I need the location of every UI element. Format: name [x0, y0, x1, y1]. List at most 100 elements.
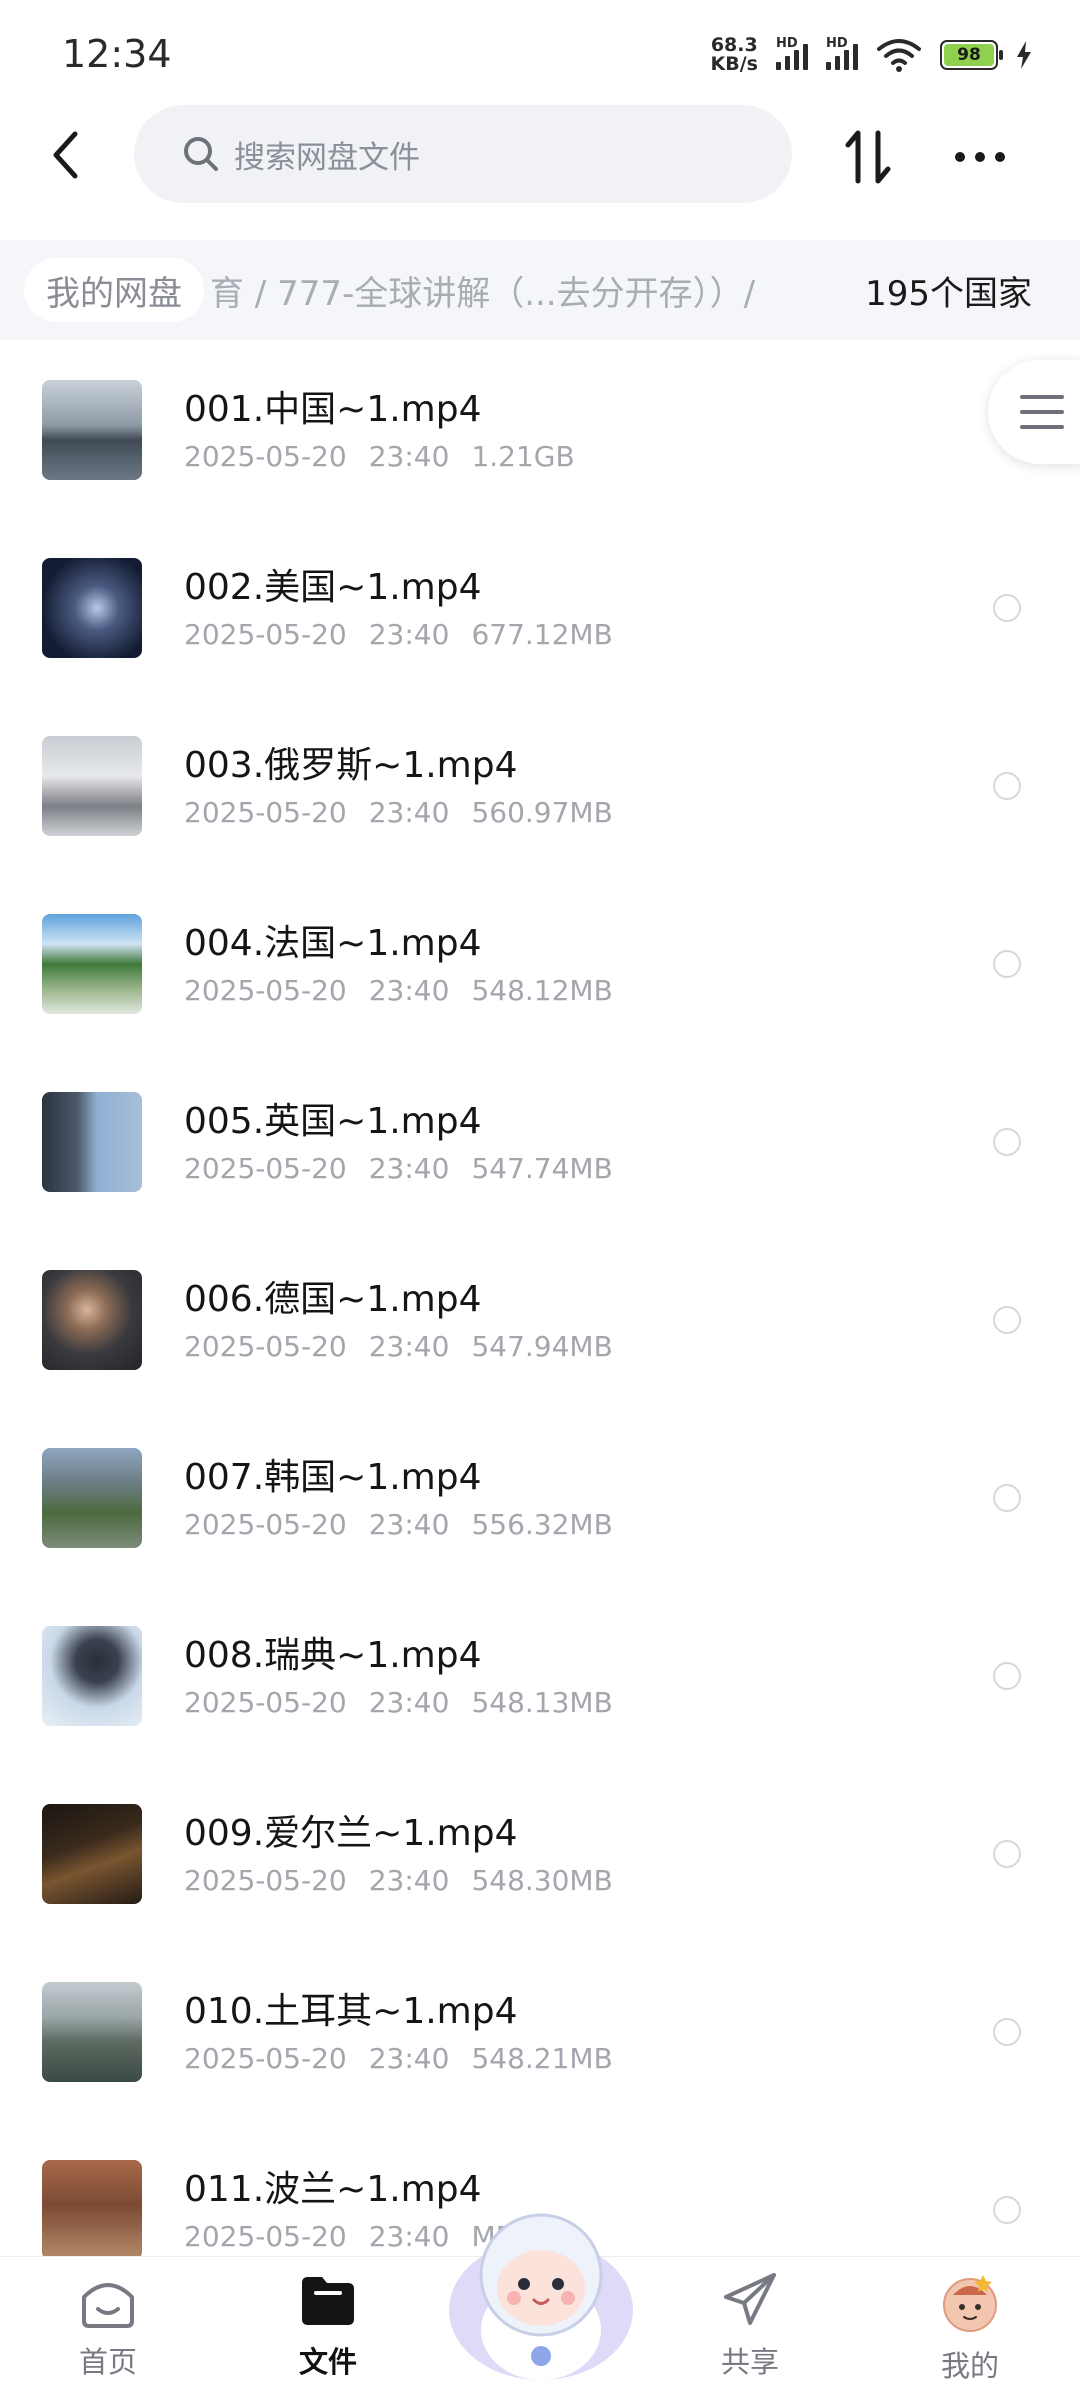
file-size: 548.30MB [471, 1864, 613, 1897]
breadcrumb-path[interactable]: 育 / 777-全球讲解（...去分开存））/ [210, 258, 755, 322]
nav-home[interactable]: 首页 [28, 2271, 188, 2391]
file-row[interactable]: 005.英国~1.mp4 2025-05-20 23:40 547.74MB [0, 1062, 1080, 1240]
signal-icon: HD [776, 36, 808, 70]
file-row[interactable]: 010.土耳其~1.mp4 2025-05-20 23:40 548.21MB [0, 1952, 1080, 2130]
breadcrumb-root[interactable]: 我的网盘 [24, 258, 204, 322]
sort-button[interactable] [838, 127, 898, 187]
signal-hd-label-2: HD [826, 36, 848, 51]
file-time: 23:40 [368, 974, 450, 1007]
nav-files[interactable]: 文件 [248, 2271, 408, 2391]
charging-icon [1017, 41, 1031, 69]
select-radio[interactable] [993, 1484, 1021, 1512]
ai-assistant-mascot-button[interactable] [446, 2180, 636, 2400]
status-time: 12:34 [62, 32, 172, 76]
battery-icon: 98 [940, 40, 1003, 70]
file-size: 548.21MB [471, 2042, 613, 2075]
select-radio[interactable] [993, 1662, 1021, 1690]
file-time: 23:40 [368, 1152, 450, 1185]
search-placeholder: 搜索网盘文件 [234, 139, 420, 176]
nav-share[interactable]: 共享 [670, 2271, 830, 2391]
file-date: 2025-05-20 [184, 618, 347, 651]
file-row[interactable]: 003.俄罗斯~1.mp4 2025-05-20 23:40 560.97MB [0, 706, 1080, 884]
search-input[interactable]: 搜索网盘文件 [134, 105, 792, 203]
status-bar: 12:34 68.3 KB/s HD HD 98 [0, 0, 1080, 110]
file-time: 23:40 [368, 1330, 450, 1363]
file-date: 2025-05-20 [184, 1508, 347, 1541]
file-time: 23:40 [368, 1508, 450, 1541]
file-name: 002.美国~1.mp4 [184, 567, 482, 608]
file-time: 23:40 [368, 1686, 450, 1719]
nav-mine-label: 我的 [940, 2349, 999, 2383]
file-meta: 2025-05-20 23:40 548.30MB [184, 1864, 635, 1897]
file-time: 23:40 [368, 2042, 450, 2075]
file-row[interactable]: 009.爱尔兰~1.mp4 2025-05-20 23:40 548.30MB [0, 1774, 1080, 1952]
status-icons: 68.3 KB/s HD HD 98 [711, 30, 1032, 80]
file-meta: 2025-05-20 23:40 548.13MB [184, 1686, 635, 1719]
signal-hd-label: HD [776, 36, 798, 51]
nav-mine[interactable]: 我的 [890, 2271, 1050, 2391]
file-row[interactable]: 007.韩国~1.mp4 2025-05-20 23:40 556.32MB [0, 1418, 1080, 1596]
select-radio[interactable] [993, 2018, 1021, 2046]
video-thumbnail [42, 558, 142, 658]
file-time: 23:40 [368, 440, 450, 473]
file-date: 2025-05-20 [184, 2042, 347, 2075]
select-radio[interactable] [993, 2196, 1021, 2224]
nav-share-label: 共享 [720, 2345, 779, 2379]
file-date: 2025-05-20 [184, 440, 347, 473]
file-size: 547.94MB [471, 1330, 613, 1363]
video-thumbnail [42, 1448, 142, 1548]
file-name: 009.爱尔兰~1.mp4 [184, 1813, 518, 1854]
file-row[interactable]: 006.德国~1.mp4 2025-05-20 23:40 547.94MB [0, 1240, 1080, 1418]
file-row[interactable]: 004.法国~1.mp4 2025-05-20 23:40 548.12MB [0, 884, 1080, 1062]
file-name: 011.波兰~1.mp4 [184, 2169, 482, 2210]
video-thumbnail [42, 2160, 142, 2260]
video-thumbnail [42, 736, 142, 836]
chevron-left-icon [53, 131, 78, 179]
file-meta: 2025-05-20 23:40 677.12MB [184, 618, 635, 651]
wifi-icon [877, 39, 921, 72]
file-name: 001.中国~1.mp4 [184, 389, 482, 430]
more-button[interactable] [950, 127, 1010, 187]
file-date: 2025-05-20 [184, 2220, 347, 2253]
select-radio[interactable] [993, 950, 1021, 978]
file-meta: 2025-05-20 23:40 1.21GB [184, 440, 597, 473]
file-meta: 2025-05-20 23:40 548.12MB [184, 974, 635, 1007]
video-thumbnail [42, 380, 142, 480]
video-thumbnail [42, 1982, 142, 2082]
file-time: 23:40 [368, 2220, 450, 2253]
network-speed-unit: KB/s [710, 53, 758, 75]
back-button[interactable] [36, 125, 96, 185]
video-thumbnail [42, 914, 142, 1014]
file-name: 007.韩国~1.mp4 [184, 1457, 482, 1498]
file-size: 548.13MB [471, 1686, 613, 1719]
battery-level: 98 [944, 44, 994, 66]
file-meta: 2025-05-20 23:40 547.74MB [184, 1152, 635, 1185]
file-meta: 2025-05-20 23:40 548.21MB [184, 2042, 635, 2075]
file-time: 23:40 [368, 796, 450, 829]
file-time: 23:40 [368, 1864, 450, 1897]
select-radio[interactable] [993, 594, 1021, 622]
sort-icon [845, 130, 891, 184]
file-size: 677.12MB [471, 618, 613, 651]
more-dots-icon [955, 152, 1005, 162]
file-date: 2025-05-20 [184, 974, 347, 1007]
select-radio[interactable] [993, 1306, 1021, 1334]
breadcrumb: 育 / 777-全球讲解（...去分开存））/ 我的网盘 195个国家 [0, 240, 1080, 340]
file-date: 2025-05-20 [184, 796, 347, 829]
file-row[interactable]: 008.瑞典~1.mp4 2025-05-20 23:40 548.13MB [0, 1596, 1080, 1774]
folder-icon [302, 2277, 354, 2325]
avatar-icon [943, 2275, 997, 2332]
home-icon [82, 2283, 134, 2328]
video-thumbnail [42, 1804, 142, 1904]
file-row[interactable]: 001.中国~1.mp4 2025-05-20 23:40 1.21GB [0, 350, 1080, 528]
nav-home-label: 首页 [78, 2345, 137, 2379]
select-radio[interactable] [993, 1840, 1021, 1868]
select-radio[interactable] [993, 1128, 1021, 1156]
file-size: 560.97MB [471, 796, 613, 829]
file-size: 1.21GB [471, 440, 575, 473]
file-row[interactable]: 002.美国~1.mp4 2025-05-20 23:40 677.12MB [0, 528, 1080, 706]
file-name: 005.英国~1.mp4 [184, 1101, 482, 1142]
file-size: 556.32MB [471, 1508, 613, 1541]
file-name: 003.俄罗斯~1.mp4 [184, 745, 518, 786]
select-radio[interactable] [993, 772, 1021, 800]
